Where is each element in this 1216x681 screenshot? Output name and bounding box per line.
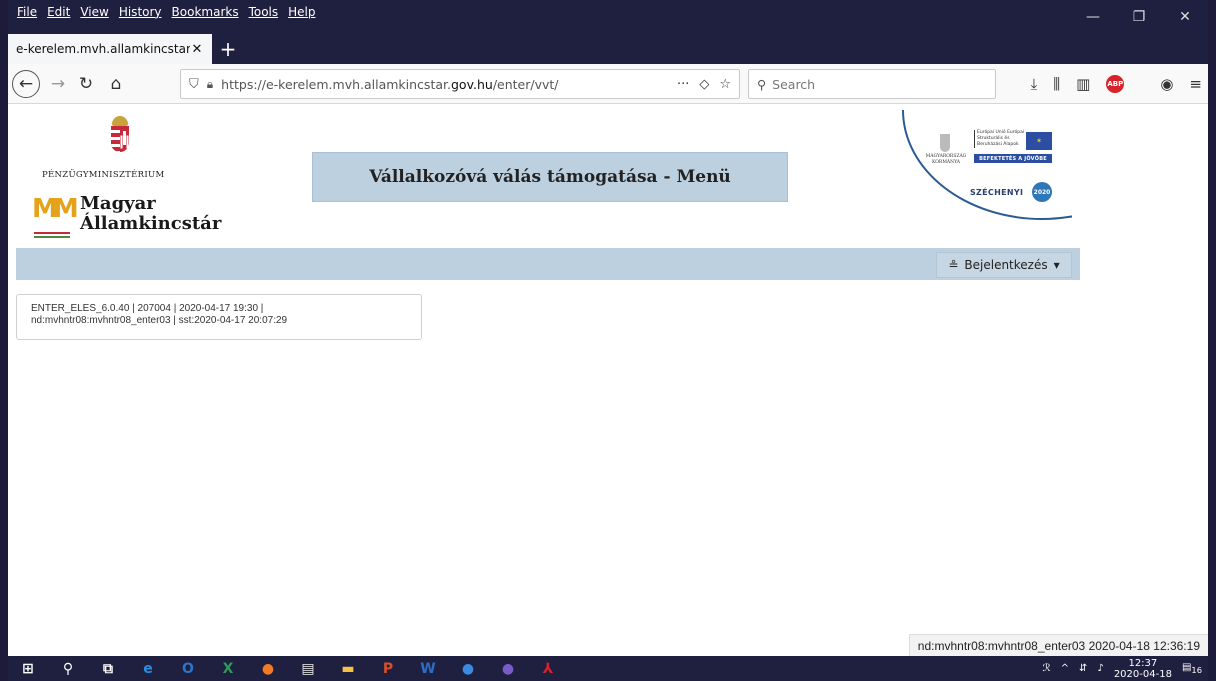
excel-icon[interactable]: X — [208, 656, 248, 681]
reload-button[interactable]: ↻ — [72, 70, 100, 98]
government-name: MAGYARORSZÁG KORMÁNYA — [925, 154, 967, 165]
network-icon[interactable]: ⇵ — [1079, 663, 1087, 674]
edge-icon[interactable]: e — [128, 656, 168, 681]
viber-icon[interactable]: ● — [488, 656, 528, 681]
minimize-button[interactable]: — — [1070, 0, 1116, 34]
search-icon: ⚲ — [757, 76, 767, 92]
version-info-line-1: ENTER_ELES_6.0.40 | 207004 | 2020-04-17 … — [31, 303, 264, 314]
close-window-button[interactable]: ✕ — [1162, 0, 1208, 34]
library-icon[interactable]: ⫼ — [1053, 75, 1060, 93]
menu-file[interactable]: File — [12, 5, 42, 19]
tab-close-icon[interactable]: ✕ — [190, 42, 204, 57]
tab-title: e-kerelem.mvh.allamkincstar.gov.h — [16, 42, 190, 56]
logo-line-1: Magyar — [80, 193, 156, 214]
powerpoint-icon[interactable]: P — [368, 656, 408, 681]
bookmark-star-icon[interactable]: ☆ — [719, 77, 731, 92]
file-explorer-icon[interactable]: ▬ — [328, 656, 368, 681]
tab-strip: e-kerelem.mvh.allamkincstar.gov.h ✕ + — [8, 34, 1208, 64]
notification-icon[interactable]: ▤16 — [1182, 662, 1202, 675]
menu-tools[interactable]: Tools — [244, 5, 284, 19]
szechenyi-logo: MAGYARORSZÁG KORMÁNYA Európai Unió Európ… — [884, 110, 1072, 242]
new-tab-button[interactable]: + — [216, 36, 240, 62]
site-nav-bar: ≗ Bejelentkezés ▾ — [16, 248, 1080, 280]
url-suffix: /enter/vvt/ — [492, 76, 559, 92]
pocket-icon[interactable]: ◇ — [699, 77, 709, 92]
url-actions: ··· ◇ ☆ — [677, 77, 731, 92]
user-icon: ≗ — [948, 258, 959, 272]
search-placeholder: Search — [772, 76, 816, 92]
server-status-text: nd:mvhntr08:mvhntr08_enter03 2020-04-18 … — [908, 634, 1208, 656]
windows-taskbar: ⊞ ⚲ ⧉ e O X ● ▤ ▬ P W ● ● ⅄ ℛ ^ ⇵ ♪ 12:3… — [8, 656, 1208, 681]
restore-button[interactable]: ❐ — [1116, 0, 1162, 34]
login-dropdown-button[interactable]: ≗ Bejelentkezés ▾ — [936, 252, 1072, 278]
volume-icon[interactable]: ♪ — [1097, 663, 1103, 674]
tracking-shield-icon[interactable]: ⛉ — [189, 77, 199, 92]
url-bar[interactable]: ⛉ 🔒︎ https://e-kerelem.mvh.allamkincstar… — [180, 69, 740, 99]
logo-line-2: Államkincstár — [80, 213, 222, 234]
tab-active[interactable]: e-kerelem.mvh.allamkincstar.gov.h ✕ — [8, 34, 212, 64]
lock-icon[interactable]: 🔒︎ — [207, 77, 213, 92]
window-controls: — ❐ ✕ — [1070, 0, 1208, 34]
menu-bar: File Edit View History Bookmarks Tools H… — [12, 5, 321, 19]
taskbar-clock[interactable]: 12:37 2020-04-18 — [1114, 658, 1172, 680]
caret-down-icon: ▾ — [1053, 258, 1060, 272]
firefox-icon[interactable]: ● — [248, 656, 288, 681]
back-button[interactable]: ← — [12, 70, 40, 98]
account-icon[interactable]: ◉ — [1160, 75, 1173, 93]
notification-count: 16 — [1191, 665, 1202, 675]
szechenyi-text: SZÉCHENYI — [970, 188, 1024, 197]
word-icon[interactable]: W — [408, 656, 448, 681]
search-icon[interactable]: ⚲ — [48, 656, 88, 681]
search-bar[interactable]: ⚲ Search — [748, 69, 996, 99]
menu-bookmarks[interactable]: Bookmarks — [167, 5, 244, 19]
eu-flag-icon: ✶ — [1026, 132, 1052, 150]
flag-lines — [34, 232, 70, 238]
allamkincstar-text: Magyar Államkincstár — [80, 194, 221, 234]
login-label: Bejelentkezés — [964, 258, 1048, 272]
outlook-icon[interactable]: O — [168, 656, 208, 681]
sidebar-icon[interactable]: ▥ — [1076, 75, 1090, 93]
store-icon[interactable]: ▤ — [288, 656, 328, 681]
url-prefix: https://e-kerelem.mvh.allamkincstar. — [221, 76, 451, 92]
url-text[interactable]: https://e-kerelem.mvh.allamkincstar.gov.… — [221, 77, 677, 92]
forward-button[interactable]: → — [44, 70, 72, 98]
version-info-line-2: nd:mvhntr08:mvhntr08_enter03 | sst:2020-… — [31, 315, 288, 326]
page-content: PÉNZÜGYMINISZTÉRIUM MM Magyar Államkincs… — [8, 104, 1208, 656]
navigation-toolbar: ← → ↻ ⌂ ⛉ 🔒︎ https://e-kerelem.mvh.allam… — [8, 64, 1208, 104]
home-button[interactable]: ⌂ — [102, 70, 130, 98]
version-info-box: ENTER_ELES_6.0.40 | 207004 | 2020-04-17 … — [16, 294, 422, 340]
windows-start-icon[interactable]: ⊞ — [8, 656, 48, 681]
acrobat-icon[interactable]: ⅄ — [528, 656, 568, 681]
hamburger-menu-icon[interactable]: ≡ — [1189, 75, 1202, 93]
ministry-name: PÉNZÜGYMINISZTÉRIUM — [42, 170, 165, 180]
ministry-logos: PÉNZÜGYMINISZTÉRIUM MM Magyar Államkincs… — [24, 112, 221, 242]
downloads-icon[interactable]: ⤓ — [1031, 75, 1038, 93]
menu-view[interactable]: View — [75, 5, 113, 19]
system-tray: ℛ ^ ⇵ ♪ 12:37 2020-04-18 ▤16 — [1043, 656, 1202, 681]
task-view-icon[interactable]: ⧉ — [88, 656, 128, 681]
clock-time: 12:37 — [1128, 657, 1158, 669]
browser-tools: ⤓ ⫼ ▥ ABP ◉ ≡ — [1031, 70, 1202, 98]
government-crest-icon — [940, 134, 950, 152]
eu-slogan: BEFEKTETÉS A JÖVŐBE — [974, 154, 1052, 163]
url-domain: gov.hu — [450, 76, 493, 92]
menu-help[interactable]: Help — [283, 5, 320, 19]
adblock-icon[interactable]: ABP — [1106, 75, 1125, 93]
eu-label: Európai Unió Európai Strukturális és Ber… — [974, 130, 1030, 148]
page-title: Vállalkozóvá válás támogatása - Menü — [312, 152, 788, 202]
people-icon[interactable]: ℛ — [1043, 663, 1051, 674]
menu-edit[interactable]: Edit — [42, 5, 75, 19]
tray-expand-icon[interactable]: ^ — [1061, 663, 1069, 674]
hungarian-crest-icon — [110, 116, 130, 154]
taskbar-apps: ⊞ ⚲ ⧉ e O X ● ▤ ▬ P W ● ● ⅄ — [8, 656, 568, 681]
clock-date: 2020-04-18 — [1113, 668, 1172, 680]
browser-window: File Edit View History Bookmarks Tools H… — [0, 0, 1216, 681]
szechenyi-2020-badge: 2020 — [1032, 182, 1052, 202]
page-actions-icon[interactable]: ··· — [677, 77, 689, 92]
menu-history[interactable]: History — [114, 5, 167, 19]
title-bar: File Edit View History Bookmarks Tools H… — [8, 0, 1208, 34]
allamkincstar-mark-icon: MM — [32, 194, 79, 224]
allamkincstar-logo: MM Magyar Államkincstár — [24, 188, 221, 242]
chat-icon[interactable]: ● — [448, 656, 488, 681]
